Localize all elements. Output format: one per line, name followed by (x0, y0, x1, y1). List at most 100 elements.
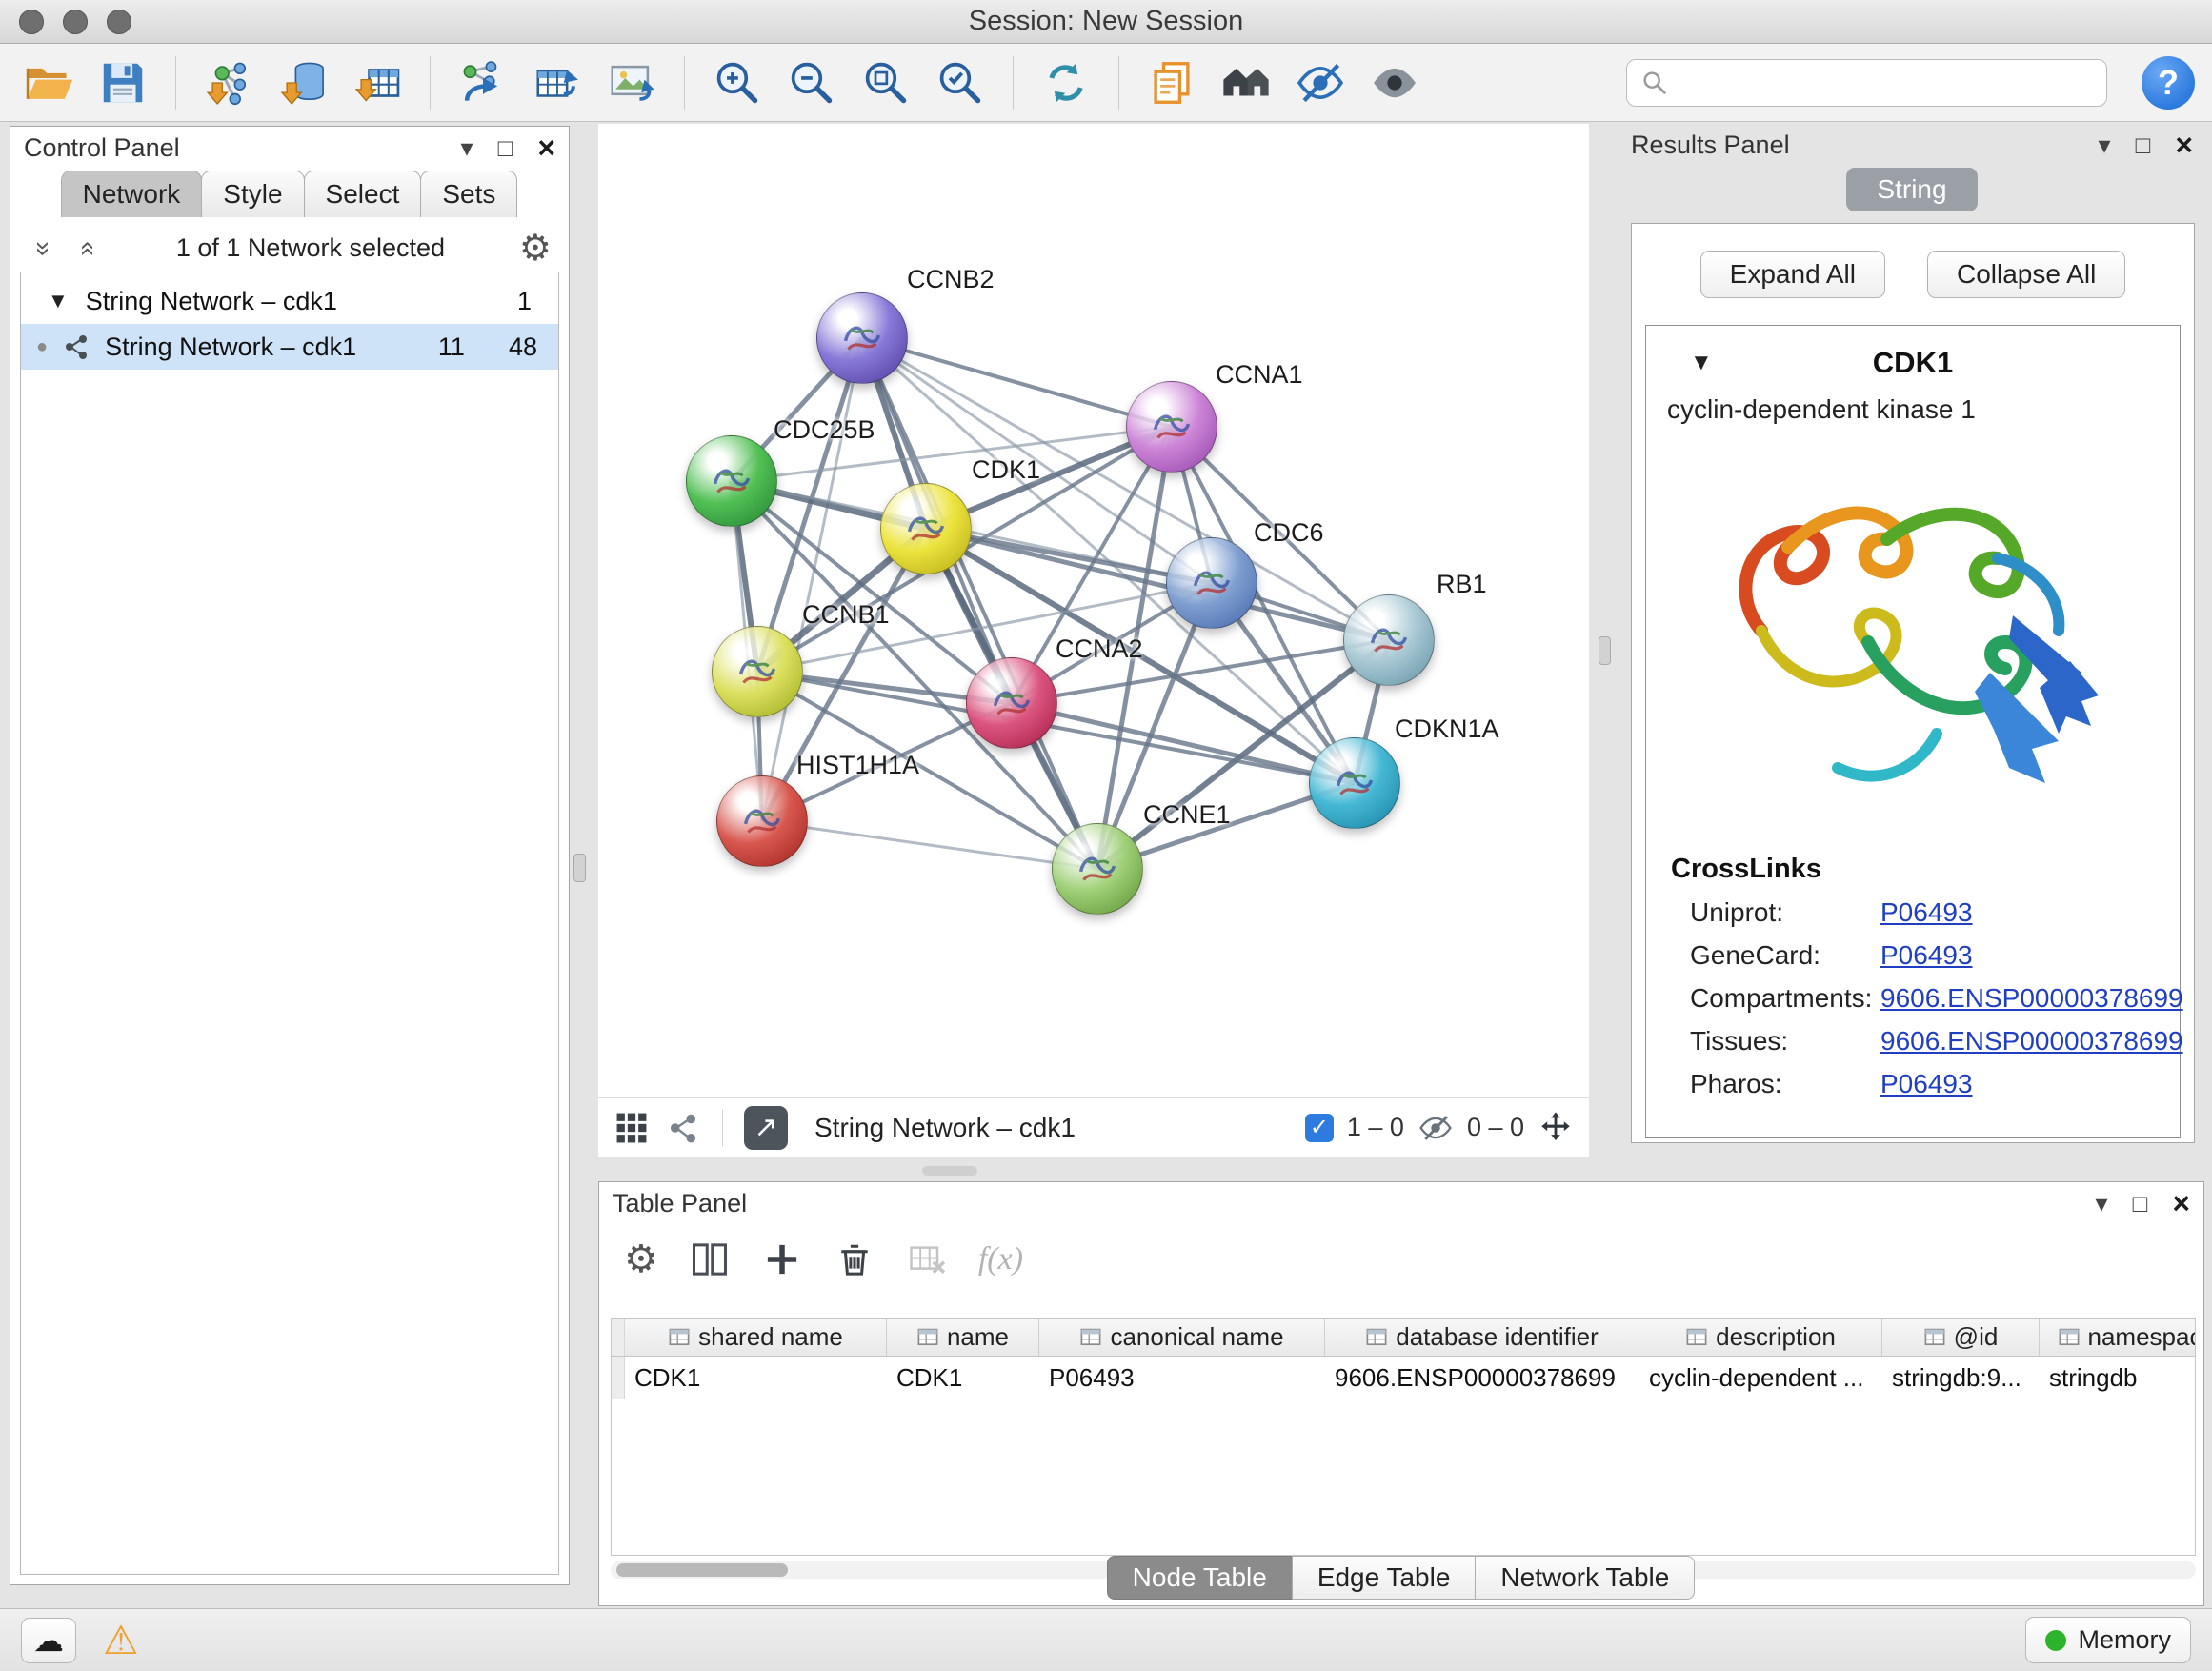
open-session-button[interactable] (17, 51, 80, 114)
expand-all-networks-icon[interactable]: » (29, 232, 59, 265)
crosslink-link[interactable]: 9606.ENSP00000378699 (1880, 1026, 2183, 1057)
crosslink-link[interactable]: P06493 (1880, 1069, 1973, 1099)
save-session-button[interactable] (91, 51, 154, 114)
network-collection-row[interactable]: ▼ String Network – cdk1 1 (21, 278, 558, 324)
tab-select[interactable]: Select (304, 171, 422, 217)
panel-close-icon[interactable]: × (2172, 1188, 2190, 1218)
hidden-items-eye-slash-icon[interactable] (1418, 1110, 1454, 1146)
column-header[interactable]: @id (1882, 1319, 2040, 1356)
cloud-status-button[interactable]: ☁ (21, 1618, 76, 1663)
grid-view-icon[interactable] (613, 1110, 650, 1146)
horizontal-splitter-grip[interactable] (922, 1166, 977, 1176)
tab-network-table[interactable]: Network Table (1475, 1556, 1695, 1600)
search-input[interactable] (1679, 68, 2093, 97)
home-views-button[interactable] (1215, 51, 1277, 114)
network-edge[interactable] (862, 338, 1172, 427)
import-network-database-button[interactable] (271, 51, 334, 114)
selected-items-checkbox[interactable]: ✓ (1305, 1114, 1334, 1142)
import-network-file-button[interactable] (197, 51, 260, 114)
fit-content-move-icon[interactable] (1538, 1110, 1574, 1146)
table-cell[interactable]: stringdb (2040, 1363, 2196, 1393)
network-overview-icon[interactable] (665, 1110, 701, 1146)
table-cell[interactable]: P06493 (1039, 1363, 1325, 1393)
network-node-CCNB2[interactable] (816, 292, 908, 384)
network-node-CCNA2[interactable] (966, 657, 1057, 749)
network-node-RB1[interactable] (1343, 594, 1435, 686)
network-node-CDC25B[interactable] (686, 435, 777, 527)
panel-collapse-icon[interactable]: ▾ (461, 135, 473, 160)
panel-close-icon[interactable]: × (2175, 130, 2193, 160)
zoom-fit-button[interactable] (855, 51, 917, 114)
card-collapse-icon[interactable]: ▼ (1690, 350, 1713, 376)
crosslink-link[interactable]: 9606.ENSP00000378699 (1880, 983, 2183, 1014)
window-minimize-button[interactable] (63, 10, 88, 34)
show-columns-icon[interactable] (689, 1238, 731, 1280)
network-edge[interactable] (762, 821, 1097, 869)
table-cell[interactable]: stringdb:9... (1882, 1363, 2040, 1393)
warning-icon[interactable]: ⚠ (103, 1621, 139, 1661)
zoom-out-button[interactable] (780, 51, 843, 114)
add-column-icon[interactable] (761, 1238, 803, 1280)
network-node-CCNB1[interactable] (712, 626, 803, 717)
table-settings-gear-icon[interactable]: ⚙ (624, 1238, 658, 1281)
network-node-CDK1[interactable] (880, 483, 972, 574)
panel-collapse-icon[interactable]: ▾ (2096, 1191, 2108, 1216)
delete-column-icon[interactable] (834, 1238, 875, 1280)
column-header[interactable]: namespac (2040, 1319, 2196, 1356)
expand-all-button[interactable]: Expand All (1700, 251, 1885, 298)
tab-style[interactable]: Style (201, 171, 304, 217)
window-close-button[interactable] (19, 10, 44, 34)
tab-node-table[interactable]: Node Table (1107, 1556, 1293, 1600)
zoom-in-button[interactable] (706, 51, 769, 114)
table-cell[interactable]: cyclin-dependent ... (1639, 1363, 1882, 1393)
left-splitter-handle[interactable] (573, 854, 586, 882)
table-cell[interactable]: 9606.ENSP00000378699 (1325, 1363, 1639, 1393)
collapse-all-button[interactable]: Collapse All (1927, 251, 2125, 298)
network-node-CCNA1[interactable] (1126, 381, 1217, 473)
tab-sets[interactable]: Sets (420, 171, 517, 217)
panel-float-icon[interactable]: □ (2136, 132, 2151, 157)
results-tab-string[interactable]: String (1846, 168, 1977, 211)
network-node-HIST1H1A[interactable] (716, 775, 808, 867)
table-cell[interactable]: CDK1 (887, 1363, 1039, 1393)
birds-eye-view-button[interactable]: ↗ (744, 1106, 788, 1150)
hide-selected-button[interactable] (1289, 51, 1352, 114)
collapse-all-networks-icon[interactable]: » (70, 232, 101, 265)
export-network-button[interactable] (452, 51, 514, 114)
network-node-CCNE1[interactable] (1052, 823, 1143, 915)
show-graphics-details-button[interactable] (1363, 51, 1426, 114)
panel-close-icon[interactable]: × (537, 132, 555, 163)
network-row-selected[interactable]: ● String Network – cdk1 11 48 (21, 324, 558, 370)
column-header[interactable]: name (887, 1319, 1039, 1356)
export-table-button[interactable] (526, 51, 589, 114)
network-edge[interactable] (762, 338, 862, 821)
crosslink-link[interactable]: P06493 (1880, 897, 1973, 928)
panel-float-icon[interactable]: □ (498, 135, 513, 160)
collection-expand-icon[interactable]: ▼ (48, 289, 69, 313)
refresh-layout-button[interactable] (1035, 51, 1097, 114)
panel-collapse-icon[interactable]: ▾ (2099, 132, 2111, 157)
network-edge[interactable] (862, 338, 1097, 869)
table-cell[interactable]: CDK1 (625, 1363, 887, 1393)
clone-network-button[interactable] (1140, 51, 1203, 114)
window-zoom-button[interactable] (107, 10, 131, 34)
network-node-CDKN1A[interactable] (1309, 737, 1400, 829)
column-header[interactable]: shared name (625, 1319, 887, 1356)
right-splitter-handle[interactable] (1599, 636, 1611, 665)
export-image-button[interactable] (600, 51, 663, 114)
crosslink-link[interactable]: P06493 (1880, 940, 1973, 971)
zoom-selected-button[interactable] (929, 51, 992, 114)
table-data-row[interactable]: CDK1CDK1P064939606.ENSP00000378699cyclin… (612, 1357, 2195, 1399)
tab-network[interactable]: Network (61, 171, 203, 217)
tab-edge-table[interactable]: Edge Table (1292, 1556, 1477, 1600)
network-options-gear-icon[interactable]: ⚙ (519, 227, 552, 270)
panel-float-icon[interactable]: □ (2133, 1191, 2148, 1216)
memory-button[interactable]: Memory (2025, 1617, 2191, 1663)
network-view-canvas[interactable]: CCNB2CCNA1CDC25BCDK1CDC6RB1CCNB1CCNA2CDK… (598, 124, 1589, 1097)
help-button[interactable]: ? (2142, 56, 2195, 110)
column-header[interactable]: canonical name (1039, 1319, 1325, 1356)
card-header[interactable]: ▼ CDK1 (1646, 341, 2180, 385)
network-node-CDC6[interactable] (1166, 537, 1257, 629)
column-header[interactable]: description (1639, 1319, 1882, 1356)
import-table-file-button[interactable] (346, 51, 409, 114)
